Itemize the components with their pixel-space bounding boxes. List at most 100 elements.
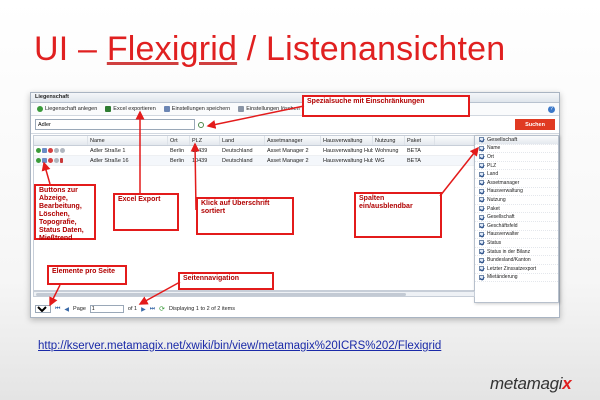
checkbox-icon[interactable] (479, 240, 484, 246)
prev-page-icon[interactable]: ◀ (64, 306, 69, 313)
checkbox-icon[interactable] (479, 206, 484, 212)
column-menu-item[interactable]: Hausverwaltung (475, 188, 558, 197)
checkbox-icon[interactable] (479, 231, 484, 237)
per-page-select[interactable]: 25 (35, 305, 51, 313)
column-menu-item[interactable]: Ort (475, 153, 558, 162)
checkbox-icon[interactable] (479, 171, 484, 177)
column-menu-item[interactable]: Status in der Bilanz (475, 248, 558, 257)
checkbox-icon[interactable] (479, 180, 484, 186)
column-menu-item-label: Geschäftsfeld (487, 222, 518, 229)
column-menu-item[interactable]: Geschäftsfeld (475, 222, 558, 231)
checkbox-icon[interactable] (479, 163, 484, 169)
column-header-nutzung[interactable]: Nutzung (373, 136, 405, 145)
save-settings-button[interactable]: Einstellungen speichern (162, 105, 232, 113)
rent-trend-icon[interactable] (60, 158, 63, 163)
column-menu-item[interactable]: Mietänderung (475, 274, 558, 283)
page-input[interactable] (89, 305, 124, 313)
save-icon (163, 106, 170, 112)
checkbox-icon[interactable] (479, 274, 484, 280)
column-menu-header-label: Gesellschaft (487, 136, 518, 143)
column-header-plz[interactable]: PLZ (190, 136, 220, 145)
view-icon[interactable] (36, 158, 41, 163)
annotation-spezialsuche: Spezialsuche mit Einschränkungen (302, 95, 470, 117)
table-row[interactable]: Adler Straße 1 Berlin 10439 Deutschland … (34, 146, 474, 156)
column-header-assetmanager[interactable]: Assetmanager (265, 136, 321, 145)
column-header-ort[interactable]: Ort (168, 136, 190, 145)
last-page-icon[interactable]: ⏭ (150, 306, 155, 313)
checkbox-icon[interactable] (479, 197, 484, 203)
search-input[interactable] (35, 119, 195, 130)
logo-accent: x (562, 374, 572, 393)
delete-settings-label: Einstellungen löschen (246, 106, 300, 112)
search-button[interactable]: Suchen (515, 119, 555, 130)
delete-icon[interactable] (48, 148, 53, 153)
cell-name: Adler Straße 16 (90, 158, 129, 164)
delete-icon[interactable] (48, 158, 53, 163)
search-row: Suchen (31, 116, 559, 134)
excel-export-label: Excel exportieren (113, 106, 156, 112)
row-actions (34, 146, 88, 155)
column-menu-item-label: Name (487, 145, 501, 152)
cell-ort: Berlin (170, 158, 185, 164)
checkbox-icon[interactable] (479, 214, 484, 220)
column-menu-item[interactable]: Assetmanager (475, 179, 558, 188)
annotation-sort-click: Klick auf Überschrift sortiert (196, 197, 294, 235)
column-menu-header[interactable]: Gesellschaft (475, 136, 558, 145)
column-menu-item[interactable]: Hausverwalter (475, 231, 558, 240)
checkbox-icon[interactable] (479, 154, 484, 160)
view-icon[interactable] (36, 148, 41, 153)
checkbox-icon[interactable] (479, 188, 484, 194)
next-page-icon[interactable]: ▶ (141, 306, 146, 313)
cell-ort: Berlin (170, 148, 185, 154)
checkbox-icon[interactable] (479, 266, 484, 272)
column-menu-item[interactable]: Letzter Zinssatzexport (475, 265, 558, 274)
checkbox-icon[interactable] (479, 257, 484, 263)
status-icon[interactable] (60, 148, 65, 153)
column-menu-item[interactable]: Gesellschaft (475, 213, 558, 222)
refresh-icon[interactable]: ⟳ (159, 305, 165, 313)
column-menu-item[interactable]: Name (475, 145, 558, 154)
column-menu-item[interactable]: Status (475, 239, 558, 248)
column-header-name[interactable]: Name (88, 136, 168, 145)
column-menu-item-label: Mietänderung (487, 274, 518, 281)
column-header-land[interactable]: Land (220, 136, 265, 145)
metamagix-logo: metamagix (490, 374, 572, 394)
topography-icon[interactable] (54, 158, 59, 163)
toolbar: Liegenschaft anlegen Excel exportieren E… (31, 103, 559, 116)
help-icon[interactable]: ? (548, 105, 555, 113)
panel-title: Liegenschaft (31, 93, 559, 103)
cell-name: Adler Straße 1 (90, 148, 126, 154)
column-menu-item[interactable]: PLZ (475, 162, 558, 171)
delete-settings-button[interactable]: Einstellungen löschen (236, 105, 302, 113)
checkbox-icon[interactable] (479, 249, 484, 255)
add-property-button[interactable]: Liegenschaft anlegen (35, 105, 99, 113)
excel-export-button[interactable]: Excel exportieren (103, 105, 158, 113)
column-menu-items: Name Ort PLZ Land Assetmanager Hausverwaltung… (475, 145, 558, 283)
edit-icon[interactable] (42, 148, 47, 153)
cell-plz: 10439 (192, 158, 208, 164)
column-header-actions (34, 136, 88, 145)
column-header-paket[interactable]: Paket (405, 136, 435, 145)
edit-icon[interactable] (42, 158, 47, 163)
column-menu-item-label: Assetmanager (487, 179, 520, 186)
topography-icon[interactable] (54, 148, 59, 153)
column-menu-item[interactable]: Paket (475, 205, 558, 214)
page-of-label: of 1 (127, 306, 138, 312)
column-header-hausverwaltung[interactable]: Hausverwaltung (321, 136, 373, 145)
horizontal-scrollbar[interactable] (33, 291, 475, 297)
flexigrid-link[interactable]: http://kserver.metamagix.net/xwiki/bin/v… (38, 340, 441, 352)
column-menu-item[interactable]: Land (475, 170, 558, 179)
first-page-icon[interactable]: ⏮ (55, 306, 60, 313)
annotation-excel-export: Excel Export (113, 193, 179, 231)
column-menu-item[interactable]: Nutzung (475, 196, 558, 205)
cell-assetmanager: Asset Manager 2 (267, 158, 309, 164)
column-menu-item[interactable]: Bundesland/Kanton (475, 256, 558, 265)
checkbox-icon[interactable] (479, 223, 484, 229)
column-menu-item-label: Hausverwalter (487, 231, 519, 238)
checkbox-icon[interactable] (479, 145, 484, 151)
column-toggle-menu: Gesellschaft Name Ort PLZ Land Assetmanager H… (474, 135, 559, 303)
table-row[interactable]: Adler Straße 16 Berlin 10439 Deutschland… (34, 156, 474, 166)
search-icon[interactable] (198, 121, 204, 128)
cell-hausverwaltung: Hausverwaltung Hube (323, 158, 373, 164)
annotation-items-per-page: Elemente pro Seite (47, 265, 127, 285)
